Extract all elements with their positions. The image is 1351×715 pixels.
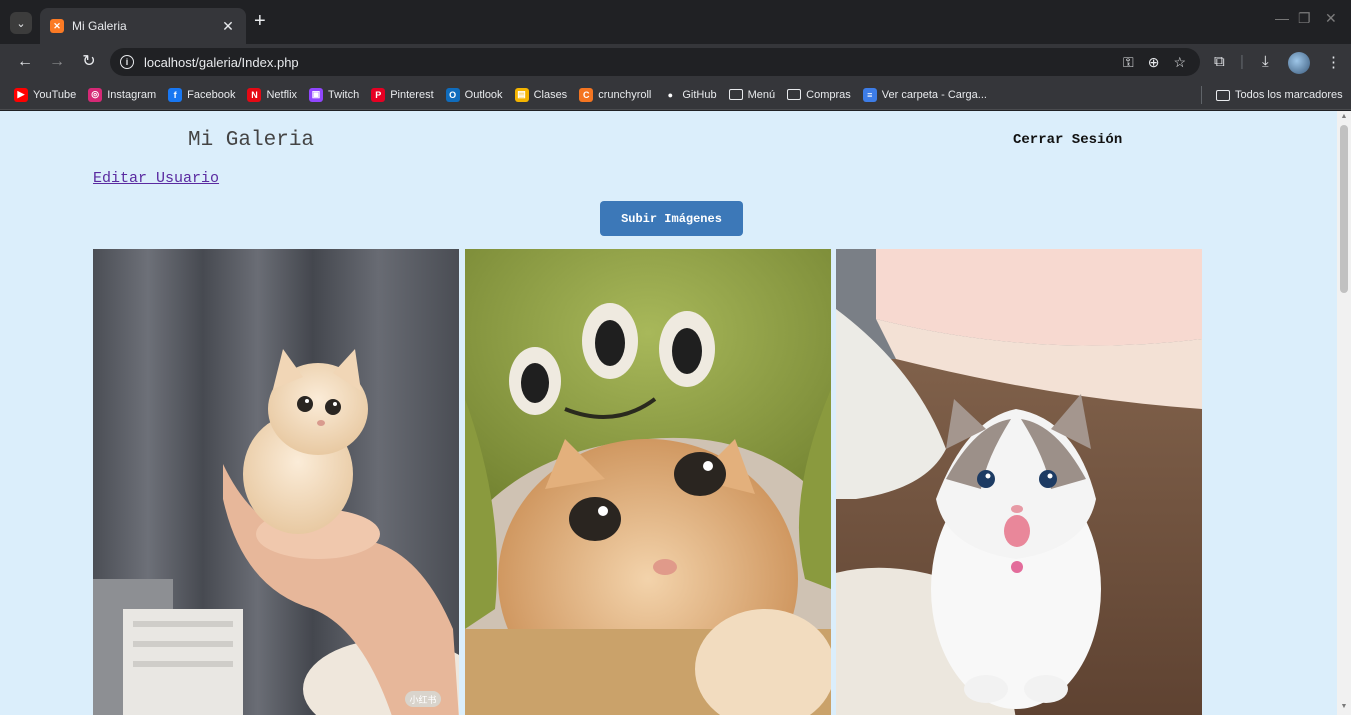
folder-icon (728, 89, 743, 100)
forms-icon: ≡ (862, 87, 877, 102)
bookmark-label: Instagram (107, 88, 157, 101)
page-title: Mi Galeria (188, 129, 315, 152)
reload-icon[interactable]: ↻ (78, 51, 100, 73)
bookmark-label: GitHub (682, 88, 717, 101)
twitch-icon: ▣ (309, 87, 324, 102)
scroll-thumb[interactable] (1340, 125, 1348, 293)
edit-user-link[interactable]: Editar Usuario (93, 170, 219, 187)
bookmark-item[interactable]: ▤ Clases (514, 87, 568, 102)
xampp-favicon-icon: ✕ (50, 19, 64, 33)
bookmark-label: Clases (533, 88, 568, 101)
classroom-icon: ▤ (514, 87, 529, 102)
menu-kebab-icon[interactable]: ⋮ (1326, 53, 1341, 71)
outlook-icon: O (445, 87, 460, 102)
bookmark-label: Ver carpeta - Carga... (881, 88, 987, 101)
forward-icon[interactable]: → (46, 51, 68, 73)
bookmark-star-icon[interactable]: ☆ (1173, 54, 1186, 71)
password-key-icon[interactable]: ⚿ (1123, 54, 1134, 71)
gallery-photo-cat-green-hat[interactable] (465, 249, 831, 715)
new-tab-icon[interactable]: + (254, 11, 266, 31)
back-icon[interactable]: ← (14, 51, 36, 73)
scroll-up-icon[interactable]: ▲ (1340, 113, 1348, 120)
bookmarks-bar: ▶ YouTube ◎ Instagram f Facebook N Netflix ▣ Twit… (0, 80, 1351, 110)
instagram-icon: ◎ (88, 87, 103, 102)
bookmark-item[interactable]: P Pinterest (371, 87, 434, 102)
bookmark-item[interactable]: Compras (787, 89, 851, 101)
netflix-icon: N (247, 87, 262, 102)
page-scrollbar[interactable]: ▲ ▼ (1337, 111, 1351, 715)
bookmark-item[interactable]: Menú (728, 88, 776, 101)
youtube-icon: ▶ (14, 87, 28, 102)
zoom-icon[interactable]: ⊕ (1148, 54, 1160, 71)
bookmark-label: Twitch (328, 88, 360, 101)
bookmark-item[interactable]: f Facebook (168, 87, 236, 102)
bookmark-label: Outlook (464, 88, 503, 101)
bookmark-item[interactable]: ▣ Twitch (309, 87, 360, 102)
upload-images-button[interactable]: Subir Imágenes (600, 201, 743, 236)
bookmark-item[interactable]: Ccrunchyroll (579, 87, 652, 102)
tab-strip: ⌄ ✕ Mi Galeria ✕ + — ❐ ✕ (0, 0, 1351, 44)
bookmark-item[interactable]: N Netflix (247, 87, 298, 102)
address-bar[interactable]: i localhost/galeria/Index.php ⚿ ⊕ ☆ (110, 48, 1200, 76)
close-tab-icon[interactable]: ✕ (220, 18, 236, 35)
image-gallery: 小红书 (93, 249, 1202, 715)
bookmark-label: YouTube (33, 88, 77, 101)
folder-icon (787, 89, 802, 100)
bookmark-item[interactable]: ▶ YouTube (14, 87, 77, 102)
bookmark-label: Netflix (266, 88, 298, 101)
bookmark-label: Facebook (187, 88, 236, 101)
logout-link[interactable]: Cerrar Sesión (1013, 132, 1122, 148)
extensions-icon[interactable]: ⧉ (1214, 53, 1225, 70)
browser-toolbar: ← → ↻ i localhost/galeria/Index.php ⚿ ⊕ … (0, 44, 1351, 80)
gallery-photo-cat-tongue[interactable] (836, 249, 1202, 715)
bookmark-item[interactable]: ● GitHub (663, 88, 717, 102)
minimize-icon[interactable]: — (1275, 10, 1289, 26)
bookmark-label: Pinterest (390, 88, 434, 101)
scroll-down-icon[interactable]: ▼ (1340, 703, 1348, 710)
close-window-icon[interactable]: ✕ (1325, 10, 1337, 27)
all-bookmarks-button[interactable]: Todos los marcadores (1216, 80, 1343, 110)
url-text[interactable]: localhost/galeria/Index.php (144, 55, 1123, 70)
all-bookmarks-label: Todos los marcadores (1235, 89, 1343, 101)
pinterest-icon: P (371, 87, 386, 102)
tab-title: Mi Galeria (72, 19, 127, 33)
profile-avatar[interactable] (1288, 52, 1310, 74)
crunchyroll-icon: C (579, 87, 594, 102)
site-info-icon[interactable]: i (120, 55, 134, 69)
page-viewport: Mi Galeria Cerrar Sesión Editar Usuario … (0, 111, 1337, 715)
bookmark-item[interactable]: ≡ Ver carpeta - Carga... (862, 87, 987, 102)
restore-icon[interactable]: ❐ (1298, 10, 1311, 27)
tab-search-button[interactable]: ⌄ (10, 12, 32, 34)
active-tab[interactable]: ✕ Mi Galeria ✕ (40, 8, 246, 44)
facebook-icon: f (168, 87, 183, 102)
github-icon: ● (667, 89, 674, 100)
bookmark-label: Menú (747, 88, 776, 101)
folder-icon (1216, 89, 1230, 101)
photo-watermark: 小红书 (409, 694, 436, 706)
downloads-icon[interactable]: ⤓ (1262, 53, 1269, 70)
bookmark-label: crunchyroll (598, 88, 652, 101)
bookmark-item[interactable]: O Outlook (445, 87, 503, 102)
gallery-photo-kitten-in-hand[interactable]: 小红书 (93, 249, 459, 715)
bookmarks-separator (1201, 86, 1202, 104)
toolbar-divider: | (1240, 53, 1244, 70)
bookmark-item[interactable]: ◎ Instagram (88, 87, 157, 102)
bookmark-label: Compras (806, 88, 851, 101)
